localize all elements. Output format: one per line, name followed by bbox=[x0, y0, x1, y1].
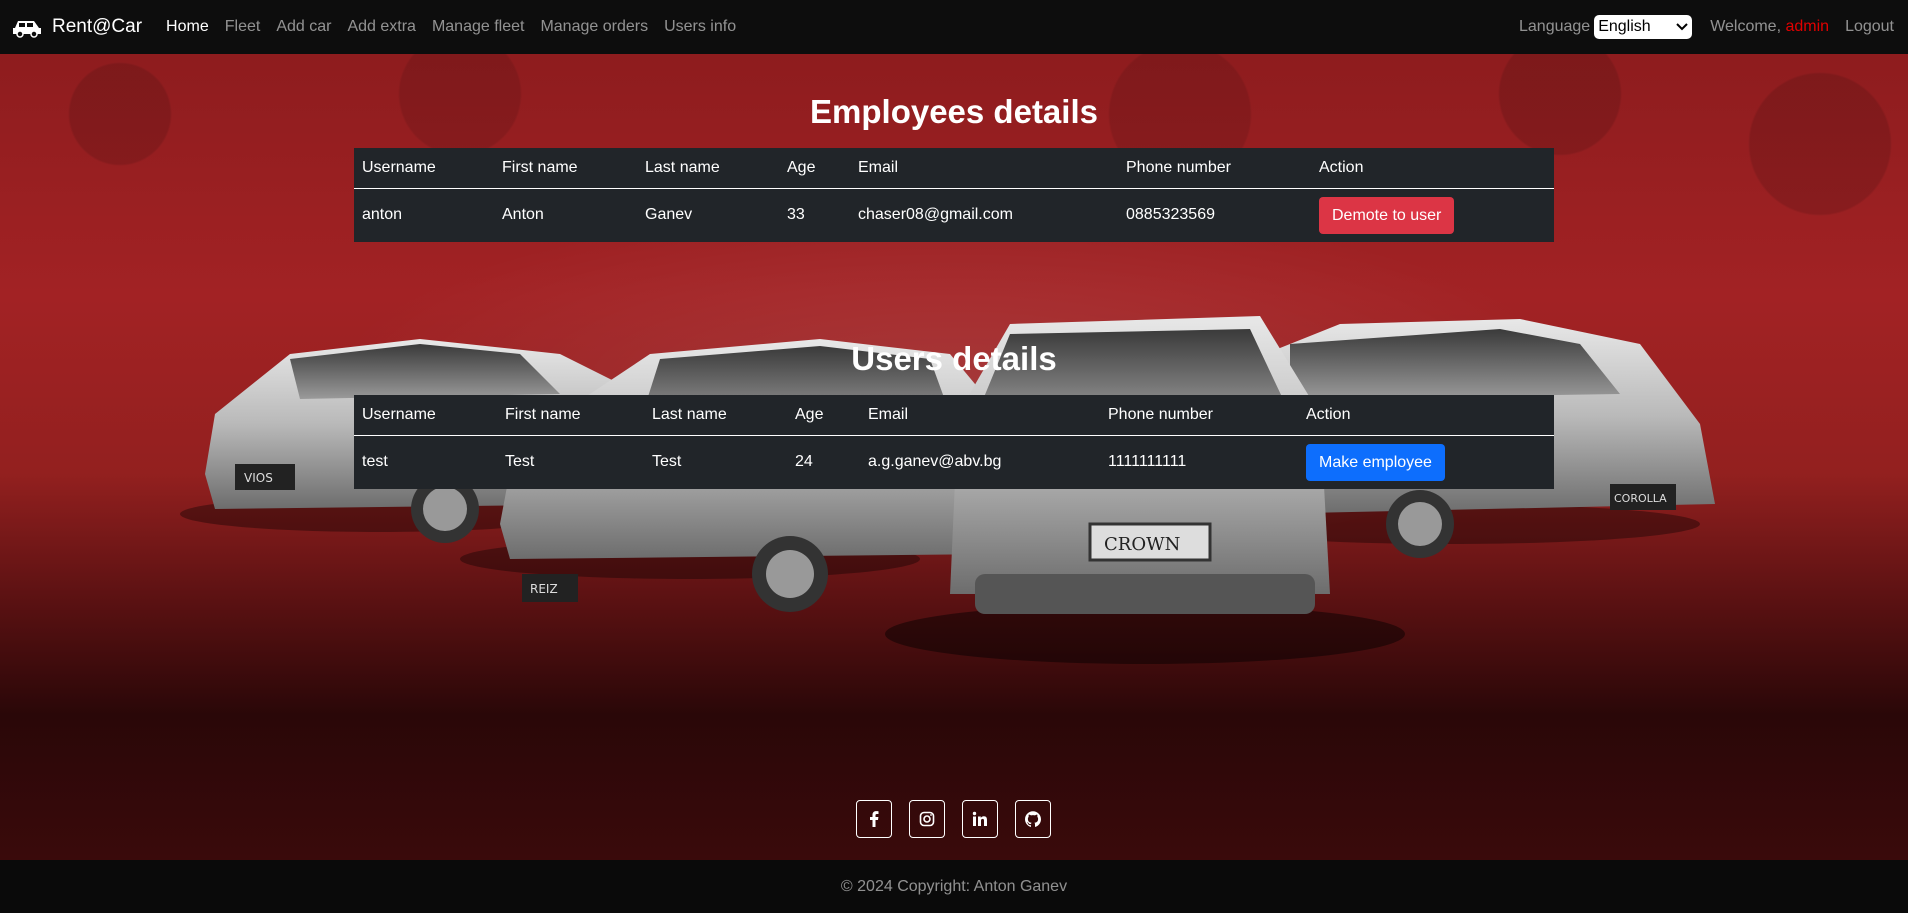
column-header: First name bbox=[505, 405, 581, 423]
facebook-icon bbox=[870, 811, 879, 827]
column-header: Age bbox=[787, 158, 816, 176]
svg-text:VIOS: VIOS bbox=[244, 471, 273, 485]
nav-link-fleet[interactable]: Fleet bbox=[225, 18, 261, 36]
linkedin-icon bbox=[972, 811, 987, 826]
welcome-label: Welcome, bbox=[1710, 18, 1782, 35]
facebook-button[interactable] bbox=[856, 800, 892, 838]
column-header: Last name bbox=[645, 158, 720, 176]
column-header: Username bbox=[362, 405, 436, 423]
column-header: Phone number bbox=[1126, 158, 1231, 176]
table-row: anton Anton Ganev 33 chaser08@gmail.com … bbox=[354, 188, 1554, 242]
current-username[interactable]: admin bbox=[1785, 18, 1829, 35]
car-icon bbox=[13, 21, 41, 38]
column-header: Action bbox=[1306, 405, 1351, 423]
chevron-down-icon bbox=[1676, 23, 1688, 31]
footer: © 2024 Copyright: Anton Ganev bbox=[0, 860, 1908, 913]
linkedin-button[interactable] bbox=[962, 800, 998, 838]
column-header: First name bbox=[502, 158, 578, 176]
column-header: Email bbox=[858, 158, 899, 176]
cell-phone: 1111111111 bbox=[1108, 453, 1187, 471]
cell-first-name: Test bbox=[505, 453, 535, 471]
instagram-icon bbox=[919, 811, 935, 827]
cell-username: anton bbox=[362, 206, 403, 224]
nav-link-add-car[interactable]: Add car bbox=[276, 18, 331, 36]
employees-table: Username First name Last name Age Email … bbox=[354, 148, 1554, 242]
cell-first-name: Anton bbox=[502, 206, 544, 224]
cell-age: 33 bbox=[787, 206, 805, 224]
column-header: Username bbox=[362, 158, 436, 176]
language-select[interactable]: English bbox=[1594, 15, 1693, 39]
welcome-text: Welcome, admin bbox=[1710, 18, 1829, 36]
navbar: Rent@Car Home Fleet Add car Add extra Ma… bbox=[0, 0, 1908, 54]
cell-action: Demote to user bbox=[1311, 188, 1554, 242]
make-employee-button[interactable]: Make employee bbox=[1306, 443, 1445, 481]
logout-link[interactable]: Logout bbox=[1845, 18, 1894, 36]
column-header: Action bbox=[1319, 158, 1364, 176]
copyright-text: © 2024 Copyright: Anton Ganev bbox=[840, 877, 1068, 895]
cell-email: chaser08@gmail.com bbox=[858, 206, 1013, 224]
nav-link-manage-orders[interactable]: Manage orders bbox=[540, 18, 648, 36]
table-row: test Test Test 24 a.g.ganev@abv.bg 11111… bbox=[354, 435, 1554, 489]
users-title: Users details bbox=[851, 340, 1057, 377]
cell-last-name: Test bbox=[652, 453, 682, 471]
column-header: Phone number bbox=[1108, 405, 1213, 423]
brand-name: Rent@Car bbox=[52, 16, 143, 37]
cell-phone: 0885323569 bbox=[1126, 206, 1215, 224]
users-table: Username First name Last name Age Email … bbox=[354, 395, 1554, 489]
demote-to-user-button[interactable]: Demote to user bbox=[1319, 196, 1455, 234]
column-header: Email bbox=[868, 405, 909, 423]
table-header-row: Username First name Last name Age Email … bbox=[354, 395, 1554, 435]
column-header: Last name bbox=[652, 405, 727, 423]
social-links bbox=[856, 800, 1051, 838]
svg-text:COROLLA: COROLLA bbox=[1614, 492, 1667, 505]
svg-text:REIZ: REIZ bbox=[530, 582, 558, 596]
instagram-button[interactable] bbox=[909, 800, 945, 838]
brand[interactable]: Rent@Car bbox=[12, 16, 142, 38]
svg-text:CROWN: CROWN bbox=[1104, 534, 1180, 555]
cell-username: test bbox=[362, 453, 388, 471]
employees-title: Employees details bbox=[810, 93, 1098, 130]
nav-link-users-info[interactable]: Users info bbox=[664, 18, 736, 36]
nav-right: Language English Welcome, admin Logout bbox=[1519, 15, 1896, 39]
cell-email: a.g.ganev@abv.bg bbox=[868, 453, 1002, 471]
cell-action: Make employee bbox=[1298, 435, 1554, 489]
nav-link-home[interactable]: Home bbox=[166, 18, 209, 36]
column-header: Age bbox=[795, 405, 824, 423]
github-icon bbox=[1025, 811, 1041, 827]
github-button[interactable] bbox=[1015, 800, 1051, 838]
cell-age: 24 bbox=[795, 453, 813, 471]
nav-link-manage-fleet[interactable]: Manage fleet bbox=[432, 18, 525, 36]
language-selected: English bbox=[1598, 18, 1651, 35]
table-header-row: Username First name Last name Age Email … bbox=[354, 148, 1554, 188]
language-label: Language bbox=[1519, 18, 1591, 35]
nav-link-add-extra[interactable]: Add extra bbox=[347, 18, 415, 36]
cell-last-name: Ganev bbox=[645, 206, 693, 224]
